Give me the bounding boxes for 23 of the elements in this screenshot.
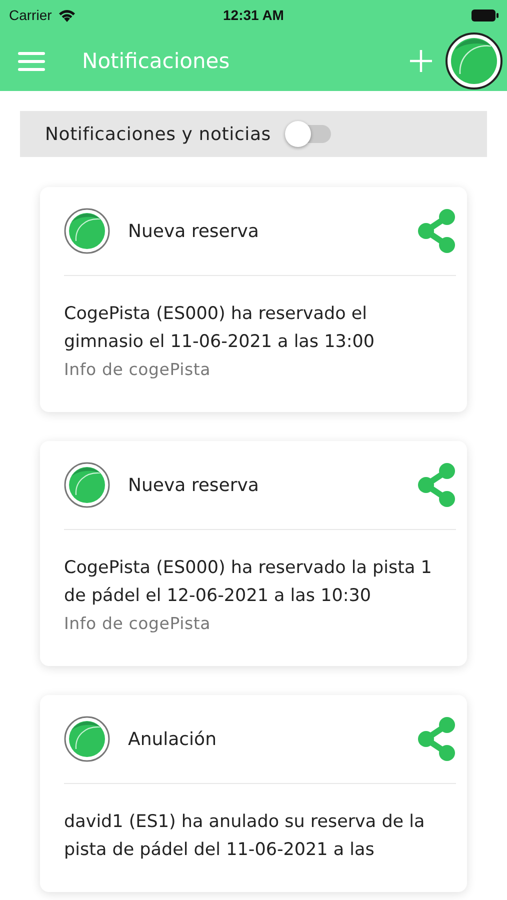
notification-message: CogePista (ES000) ha reservado el gimnasio el 11-06-2021 a las 13:00 [64, 303, 376, 354]
notification-title: Nueva reserva [128, 220, 259, 242]
notification-message: CogePista (ES000) ha reservado la pista 1 de pádel el 12-06-2021 a las 10:30 [64, 557, 433, 608]
notification-title: Anulación [128, 728, 216, 750]
notification-title: Nueva reserva [128, 474, 259, 496]
notification-message: david1 (ES1) ha anulado su reserva de la pista de pádel del 11-06-2021 a las [64, 811, 426, 862]
notification-source: Info de cogePista [64, 359, 212, 381]
share-icon[interactable] [418, 717, 456, 761]
share-icon[interactable] [418, 463, 456, 507]
battery-icon [471, 8, 499, 22]
add-icon[interactable] [409, 48, 433, 72]
page-title: Notificaciones [82, 48, 230, 72]
carrier-name: Carrier [9, 7, 52, 23]
ball-logo-icon[interactable] [445, 32, 503, 90]
share-icon[interactable] [418, 209, 456, 253]
ball-icon [64, 462, 110, 508]
wifi-icon [58, 8, 76, 22]
ball-icon [64, 208, 110, 254]
filter-label: Notificaciones y noticias [45, 124, 271, 144]
ball-icon [64, 716, 110, 762]
menu-icon[interactable] [18, 50, 45, 70]
notification-source: Info de cogePista [64, 613, 212, 635]
status-time: 12:31 AM [223, 7, 284, 23]
